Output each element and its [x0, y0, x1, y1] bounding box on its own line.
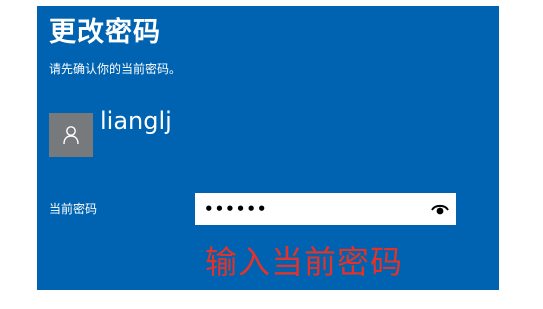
annotation-text: 输入当前密码: [205, 243, 404, 281]
page-title: 更改密码: [49, 17, 161, 48]
current-password-box[interactable]: [195, 193, 456, 225]
change-password-panel: 更改密码 请先确认你的当前密码。 lianglj 当前密码 输入当前密码: [37, 6, 499, 290]
page-subtitle: 请先确认你的当前密码。: [49, 62, 182, 76]
eye-icon[interactable]: [431, 202, 449, 216]
user-icon: [63, 126, 79, 145]
avatar: [49, 113, 93, 157]
current-password-input[interactable]: [195, 193, 423, 225]
current-password-label: 当前密码: [49, 202, 98, 216]
username: lianglj: [100, 107, 172, 135]
